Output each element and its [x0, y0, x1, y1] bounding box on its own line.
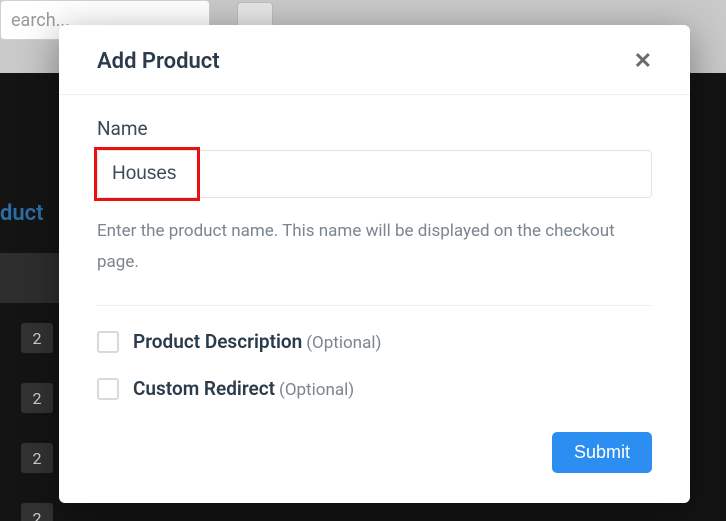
background-cell: 2 [21, 443, 53, 473]
product-description-optional: (Optional) [306, 333, 381, 353]
product-description-label: Product Description [133, 330, 302, 353]
divider [97, 305, 652, 306]
custom-redirect-label-group: Custom Redirect (Optional) [133, 377, 354, 400]
modal-footer: Submit [59, 432, 690, 503]
modal-body: Name Enter the product name. This name w… [59, 95, 690, 432]
background-table-header [0, 253, 59, 303]
product-description-label-group: Product Description (Optional) [133, 330, 381, 353]
submit-button[interactable]: Submit [552, 432, 652, 473]
background-cell: 2 [21, 323, 53, 353]
custom-redirect-label: Custom Redirect [133, 377, 275, 400]
name-help-text: Enter the product name. This name will b… [97, 216, 652, 277]
background-cell: 2 [21, 383, 53, 413]
product-description-row: Product Description (Optional) [97, 330, 652, 353]
name-input-wrap [97, 150, 652, 198]
custom-redirect-optional: (Optional) [279, 380, 354, 400]
product-description-checkbox[interactable] [97, 331, 119, 353]
modal-title: Add Product [97, 49, 220, 74]
add-product-modal: Add Product ✕ Name Enter the product nam… [59, 25, 690, 503]
close-icon[interactable]: ✕ [634, 51, 652, 73]
custom-redirect-checkbox[interactable] [97, 378, 119, 400]
custom-redirect-row: Custom Redirect (Optional) [97, 377, 652, 400]
background-cell: 2 [21, 503, 53, 521]
name-label: Name [97, 117, 652, 140]
background-page-title: duct [0, 201, 44, 226]
modal-header: Add Product ✕ [59, 25, 690, 95]
name-input[interactable] [97, 150, 652, 198]
